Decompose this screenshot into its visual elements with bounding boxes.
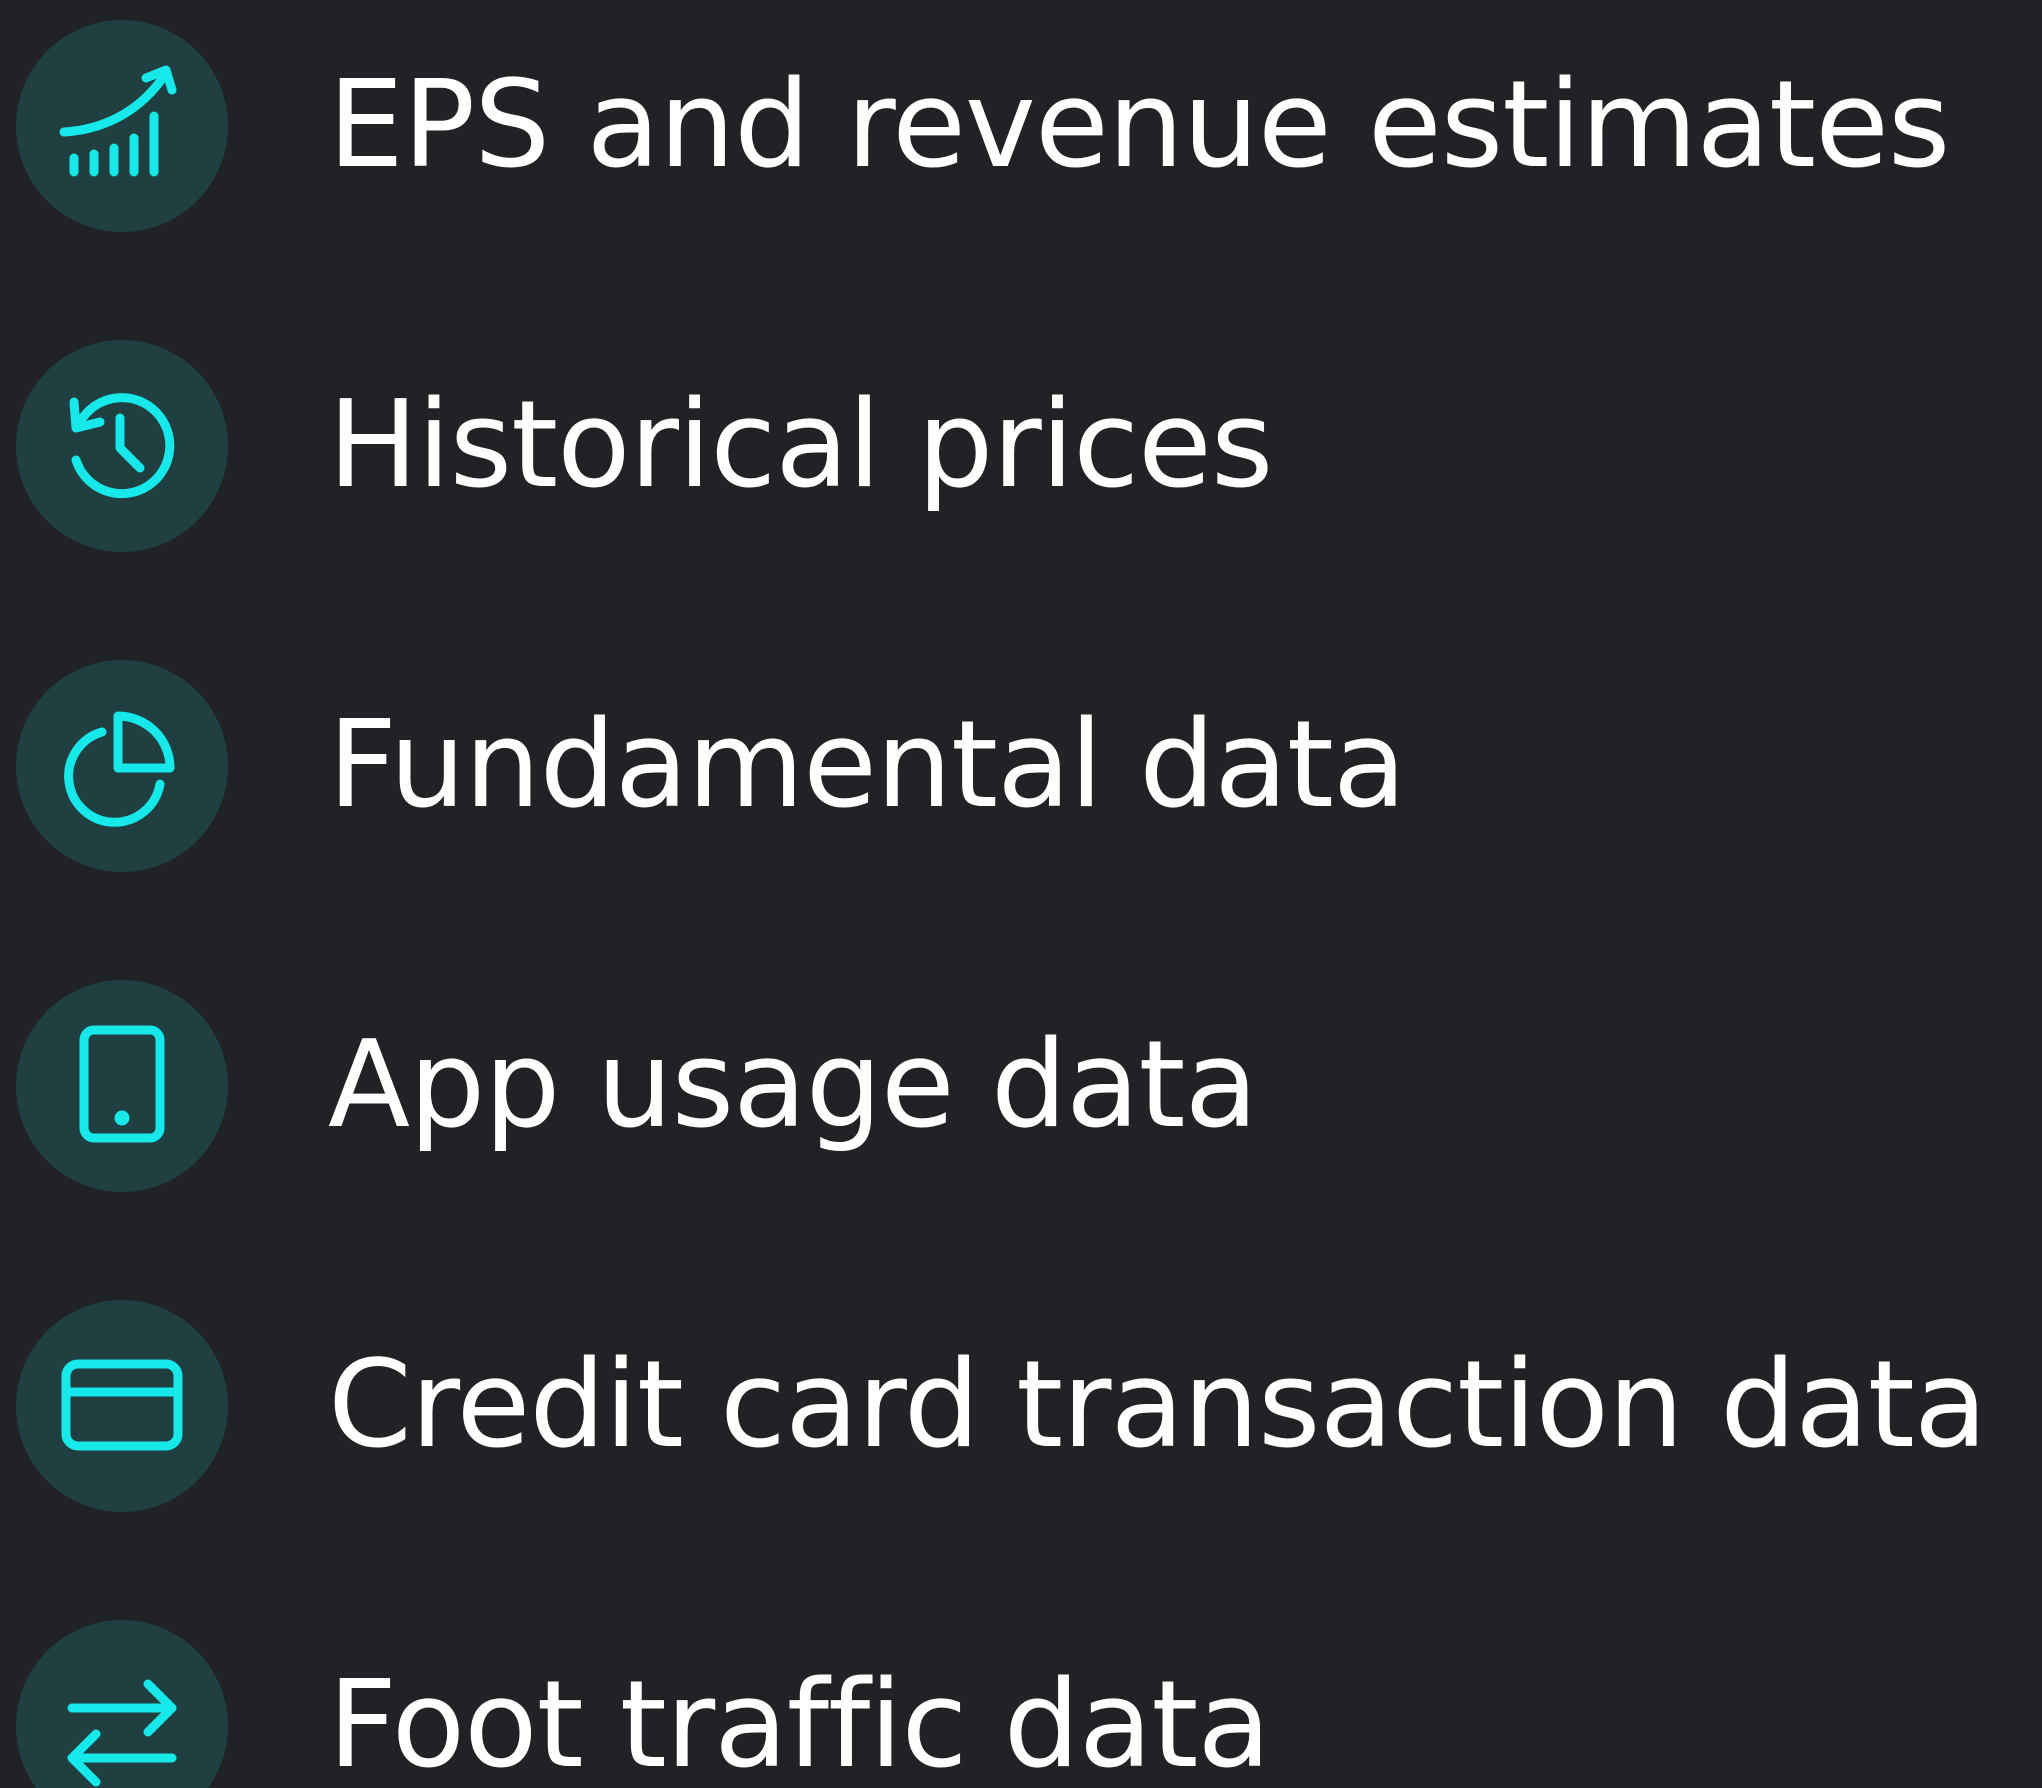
item-label: Credit card transaction data xyxy=(328,1336,1987,1475)
list-item-historical-prices: Historical prices xyxy=(16,340,1273,552)
history-clock-icon xyxy=(60,382,184,511)
credit-card-icon xyxy=(60,1342,184,1471)
chart-trend-icon xyxy=(59,62,184,191)
item-label: EPS and revenue estimates xyxy=(328,56,1950,195)
list-item-fundamental-data: Fundamental data xyxy=(16,660,1406,872)
item-label: Foot traffic data xyxy=(328,1656,1271,1788)
list-item-credit-card: Credit card transaction data xyxy=(16,1300,1987,1512)
item-label: App usage data xyxy=(328,1016,1258,1155)
arrows-exchange-icon xyxy=(60,1662,184,1788)
feature-list: EPS and revenue estimates Historical pri… xyxy=(0,0,2042,1788)
item-label: Fundamental data xyxy=(328,696,1406,835)
icon-badge xyxy=(16,1300,228,1512)
icon-badge xyxy=(16,340,228,552)
item-label: Historical prices xyxy=(328,376,1273,515)
list-item-foot-traffic: Foot traffic data xyxy=(16,1620,1271,1788)
icon-badge xyxy=(16,1620,228,1788)
icon-badge xyxy=(16,20,228,232)
icon-badge xyxy=(16,980,228,1192)
list-item-app-usage: App usage data xyxy=(16,980,1258,1192)
icon-badge xyxy=(16,660,228,872)
pie-chart-icon xyxy=(60,702,184,831)
tablet-icon xyxy=(60,1022,184,1151)
list-item-eps-revenue: EPS and revenue estimates xyxy=(16,20,1950,232)
